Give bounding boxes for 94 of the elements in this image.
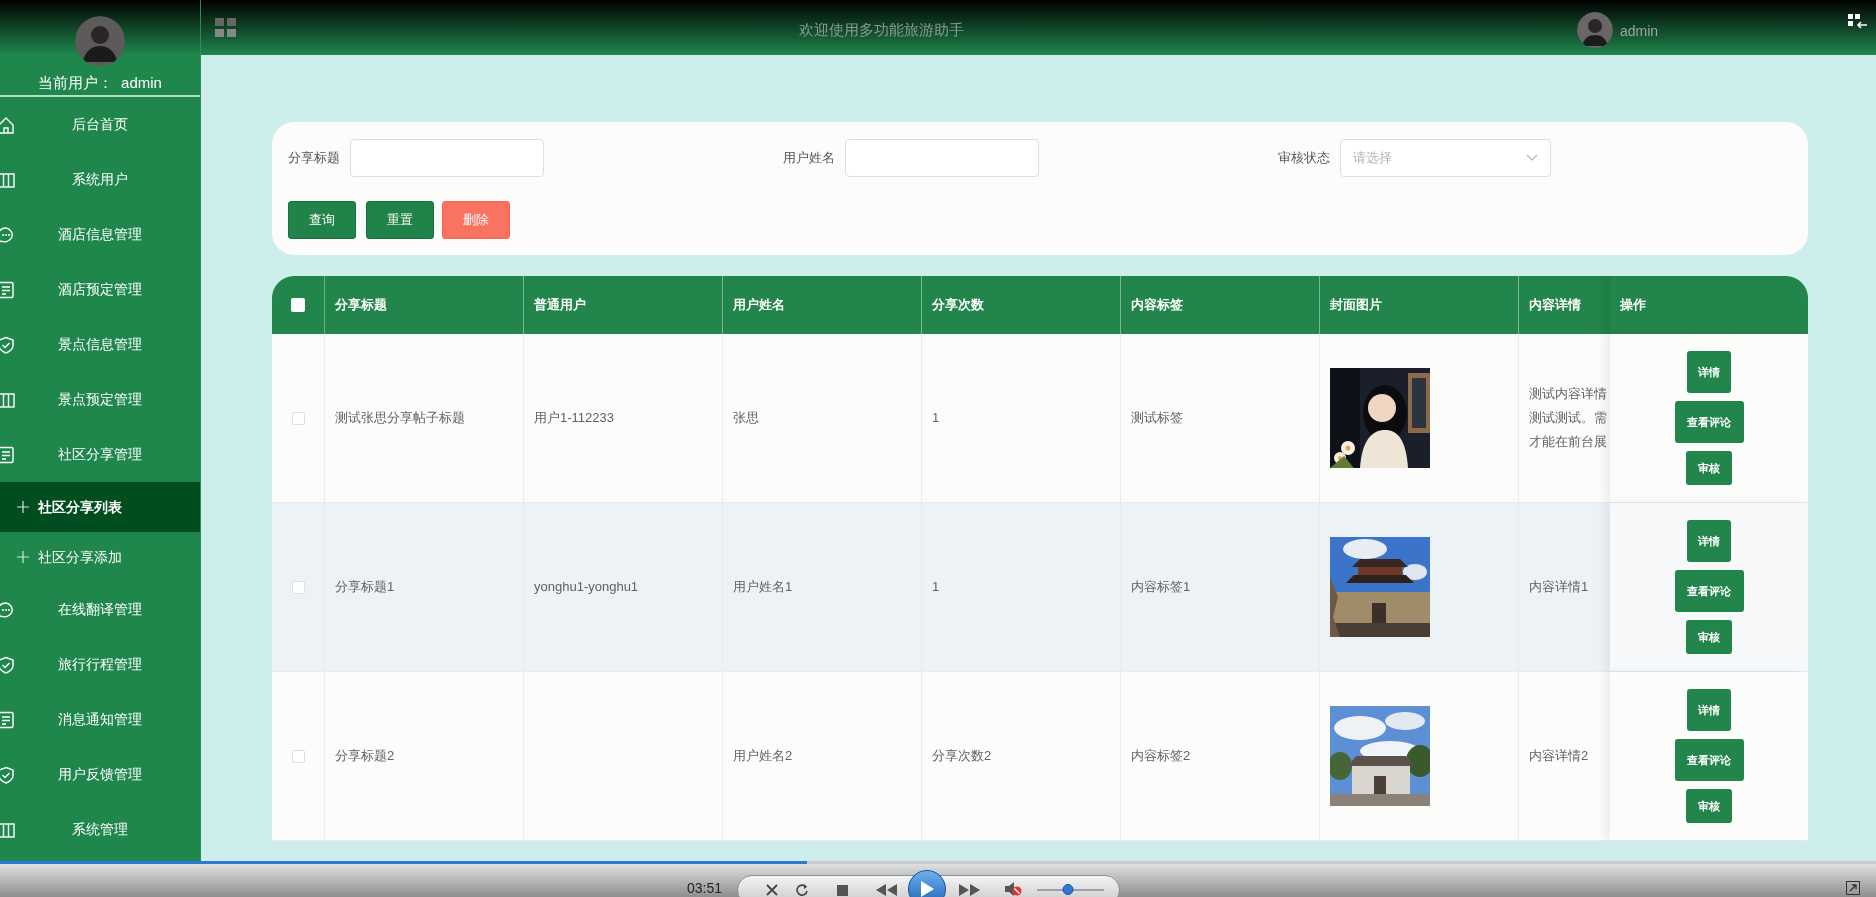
view-comments-button[interactable]: 查看评论 [1674, 401, 1744, 443]
column-header: 普通用户 [534, 296, 586, 315]
avatar [75, 16, 125, 66]
detail-button[interactable]: 详情 [1687, 351, 1731, 393]
view-comments-button[interactable]: 查看评论 [1674, 570, 1744, 612]
sidebar-item[interactable]: 酒店预定管理 [0, 262, 200, 317]
table-cell-text: 用户姓名1 [733, 578, 793, 597]
table-cell-text: 内容详情1 [1529, 578, 1590, 596]
table-cell-text: 分享标题2 [335, 747, 395, 766]
sidebar-item[interactable]: 用户反馈管理 [0, 747, 200, 802]
home-icon [0, 115, 15, 134]
column-header: 内容标签 [1131, 296, 1183, 315]
table-cell-text: 用户姓名2 [733, 747, 793, 766]
table-cell-text: 内容标签1 [1131, 578, 1191, 597]
columns-icon [0, 390, 15, 409]
sidebar-item[interactable]: 在线翻译管理 [0, 582, 200, 637]
collapse-icon [1848, 14, 1868, 30]
chevron-down-icon [1526, 154, 1538, 162]
fast-forward-icon [958, 884, 982, 896]
table-cell-text: 1 [932, 409, 940, 428]
sidebar-item[interactable]: 系统用户 [0, 152, 200, 207]
select-all-checkbox[interactable] [291, 298, 305, 312]
fullscreen-icon [1846, 881, 1860, 895]
reset-button[interactable]: 重置 [366, 201, 434, 239]
shield-check-icon [0, 655, 15, 674]
review-button[interactable]: 审核 [1686, 789, 1732, 823]
sidebar-item[interactable]: 景点信息管理 [0, 317, 200, 372]
progress-track[interactable] [0, 861, 1876, 864]
table-cell-text: yonghu1-yonghu1 [534, 578, 639, 597]
table-cell-text: 测试内容详情 测试测试。需 才能在前台展 [1529, 385, 1608, 451]
columns-icon [0, 170, 15, 189]
view-comments-button[interactable]: 查看评论 [1674, 739, 1744, 781]
current-user-name: admin [121, 73, 162, 93]
muted-speaker-icon [1004, 882, 1022, 896]
field-label: 用户姓名 [783, 149, 835, 168]
detail-button[interactable]: 详情 [1687, 520, 1731, 562]
table-cell-text: 用户1-112233 [534, 409, 614, 428]
avatar [1577, 12, 1613, 48]
volume-thumb[interactable] [1063, 884, 1074, 895]
chat-icon [0, 600, 15, 619]
table-cell-text: 1 [932, 578, 940, 597]
detail-button[interactable]: 详情 [1687, 689, 1731, 731]
repeat-icon [795, 883, 809, 897]
rewind-icon [874, 884, 898, 896]
input-field[interactable] [845, 139, 1039, 177]
sidebar-subitem[interactable]: 社区分享列表 [0, 482, 200, 532]
column-header: 分享标题 [335, 296, 387, 315]
column-header: 内容详情 [1529, 296, 1581, 315]
input-field[interactable] [350, 139, 544, 177]
document-icon [0, 710, 15, 729]
stop-icon [837, 885, 848, 896]
play-button[interactable] [908, 870, 946, 897]
sidebar-item[interactable]: 旅行行程管理 [0, 637, 200, 692]
sidebar-subitem[interactable]: 社区分享添加 [0, 532, 200, 582]
query-button[interactable]: 查询 [288, 201, 356, 239]
field-label: 分享标题 [288, 149, 340, 168]
review-button[interactable]: 审核 [1686, 620, 1732, 654]
column-header: 操作 [1620, 296, 1646, 315]
column-header: 封面图片 [1330, 296, 1382, 315]
delete-button[interactable]: 删除 [442, 201, 510, 239]
plus-icon [17, 551, 29, 563]
row-checkbox[interactable] [291, 749, 305, 763]
row-checkbox[interactable] [291, 580, 305, 594]
plus-icon [17, 501, 29, 513]
shield-check-icon [0, 335, 15, 354]
document-icon [0, 280, 15, 299]
table-cell-text: 分享标题1 [335, 578, 395, 597]
table-cell-text: 张思 [733, 409, 759, 428]
page-title: 欢迎使用多功能旅游助手 [799, 20, 964, 40]
columns-icon [0, 820, 15, 839]
current-user-label: 当前用户： [38, 73, 114, 93]
field-label: 审核状态 [1278, 149, 1330, 168]
chat-icon [0, 225, 15, 244]
playback-time: 03:51 [687, 879, 723, 897]
document-icon [0, 445, 15, 464]
table-cell-text: 测试张思分享帖子标题 [335, 409, 465, 428]
header-username: admin [1620, 22, 1659, 41]
play-icon [920, 881, 934, 897]
sidebar-item[interactable]: 社区分享管理 [0, 427, 200, 482]
sidebar-item[interactable]: 酒店信息管理 [0, 207, 200, 262]
grid-menu-icon [215, 18, 237, 38]
sidebar-item[interactable]: 消息通知管理 [0, 692, 200, 747]
column-header: 分享次数 [932, 296, 984, 315]
review-button[interactable]: 审核 [1686, 451, 1732, 485]
shield-check-icon [0, 765, 15, 784]
row-checkbox[interactable] [291, 411, 305, 425]
column-header: 用户姓名 [733, 296, 785, 315]
sidebar-item[interactable]: 系统管理 [0, 802, 200, 857]
table-cell-text: 内容详情2 [1529, 747, 1590, 765]
table-cell-text: 分享次数2 [932, 747, 992, 766]
sidebar-item[interactable]: 后台首页 [0, 97, 200, 152]
table-cell-text: 测试标签 [1131, 409, 1183, 428]
table-cell-text: 内容标签2 [1131, 747, 1191, 766]
sidebar-item[interactable]: 景点预定管理 [0, 372, 200, 427]
